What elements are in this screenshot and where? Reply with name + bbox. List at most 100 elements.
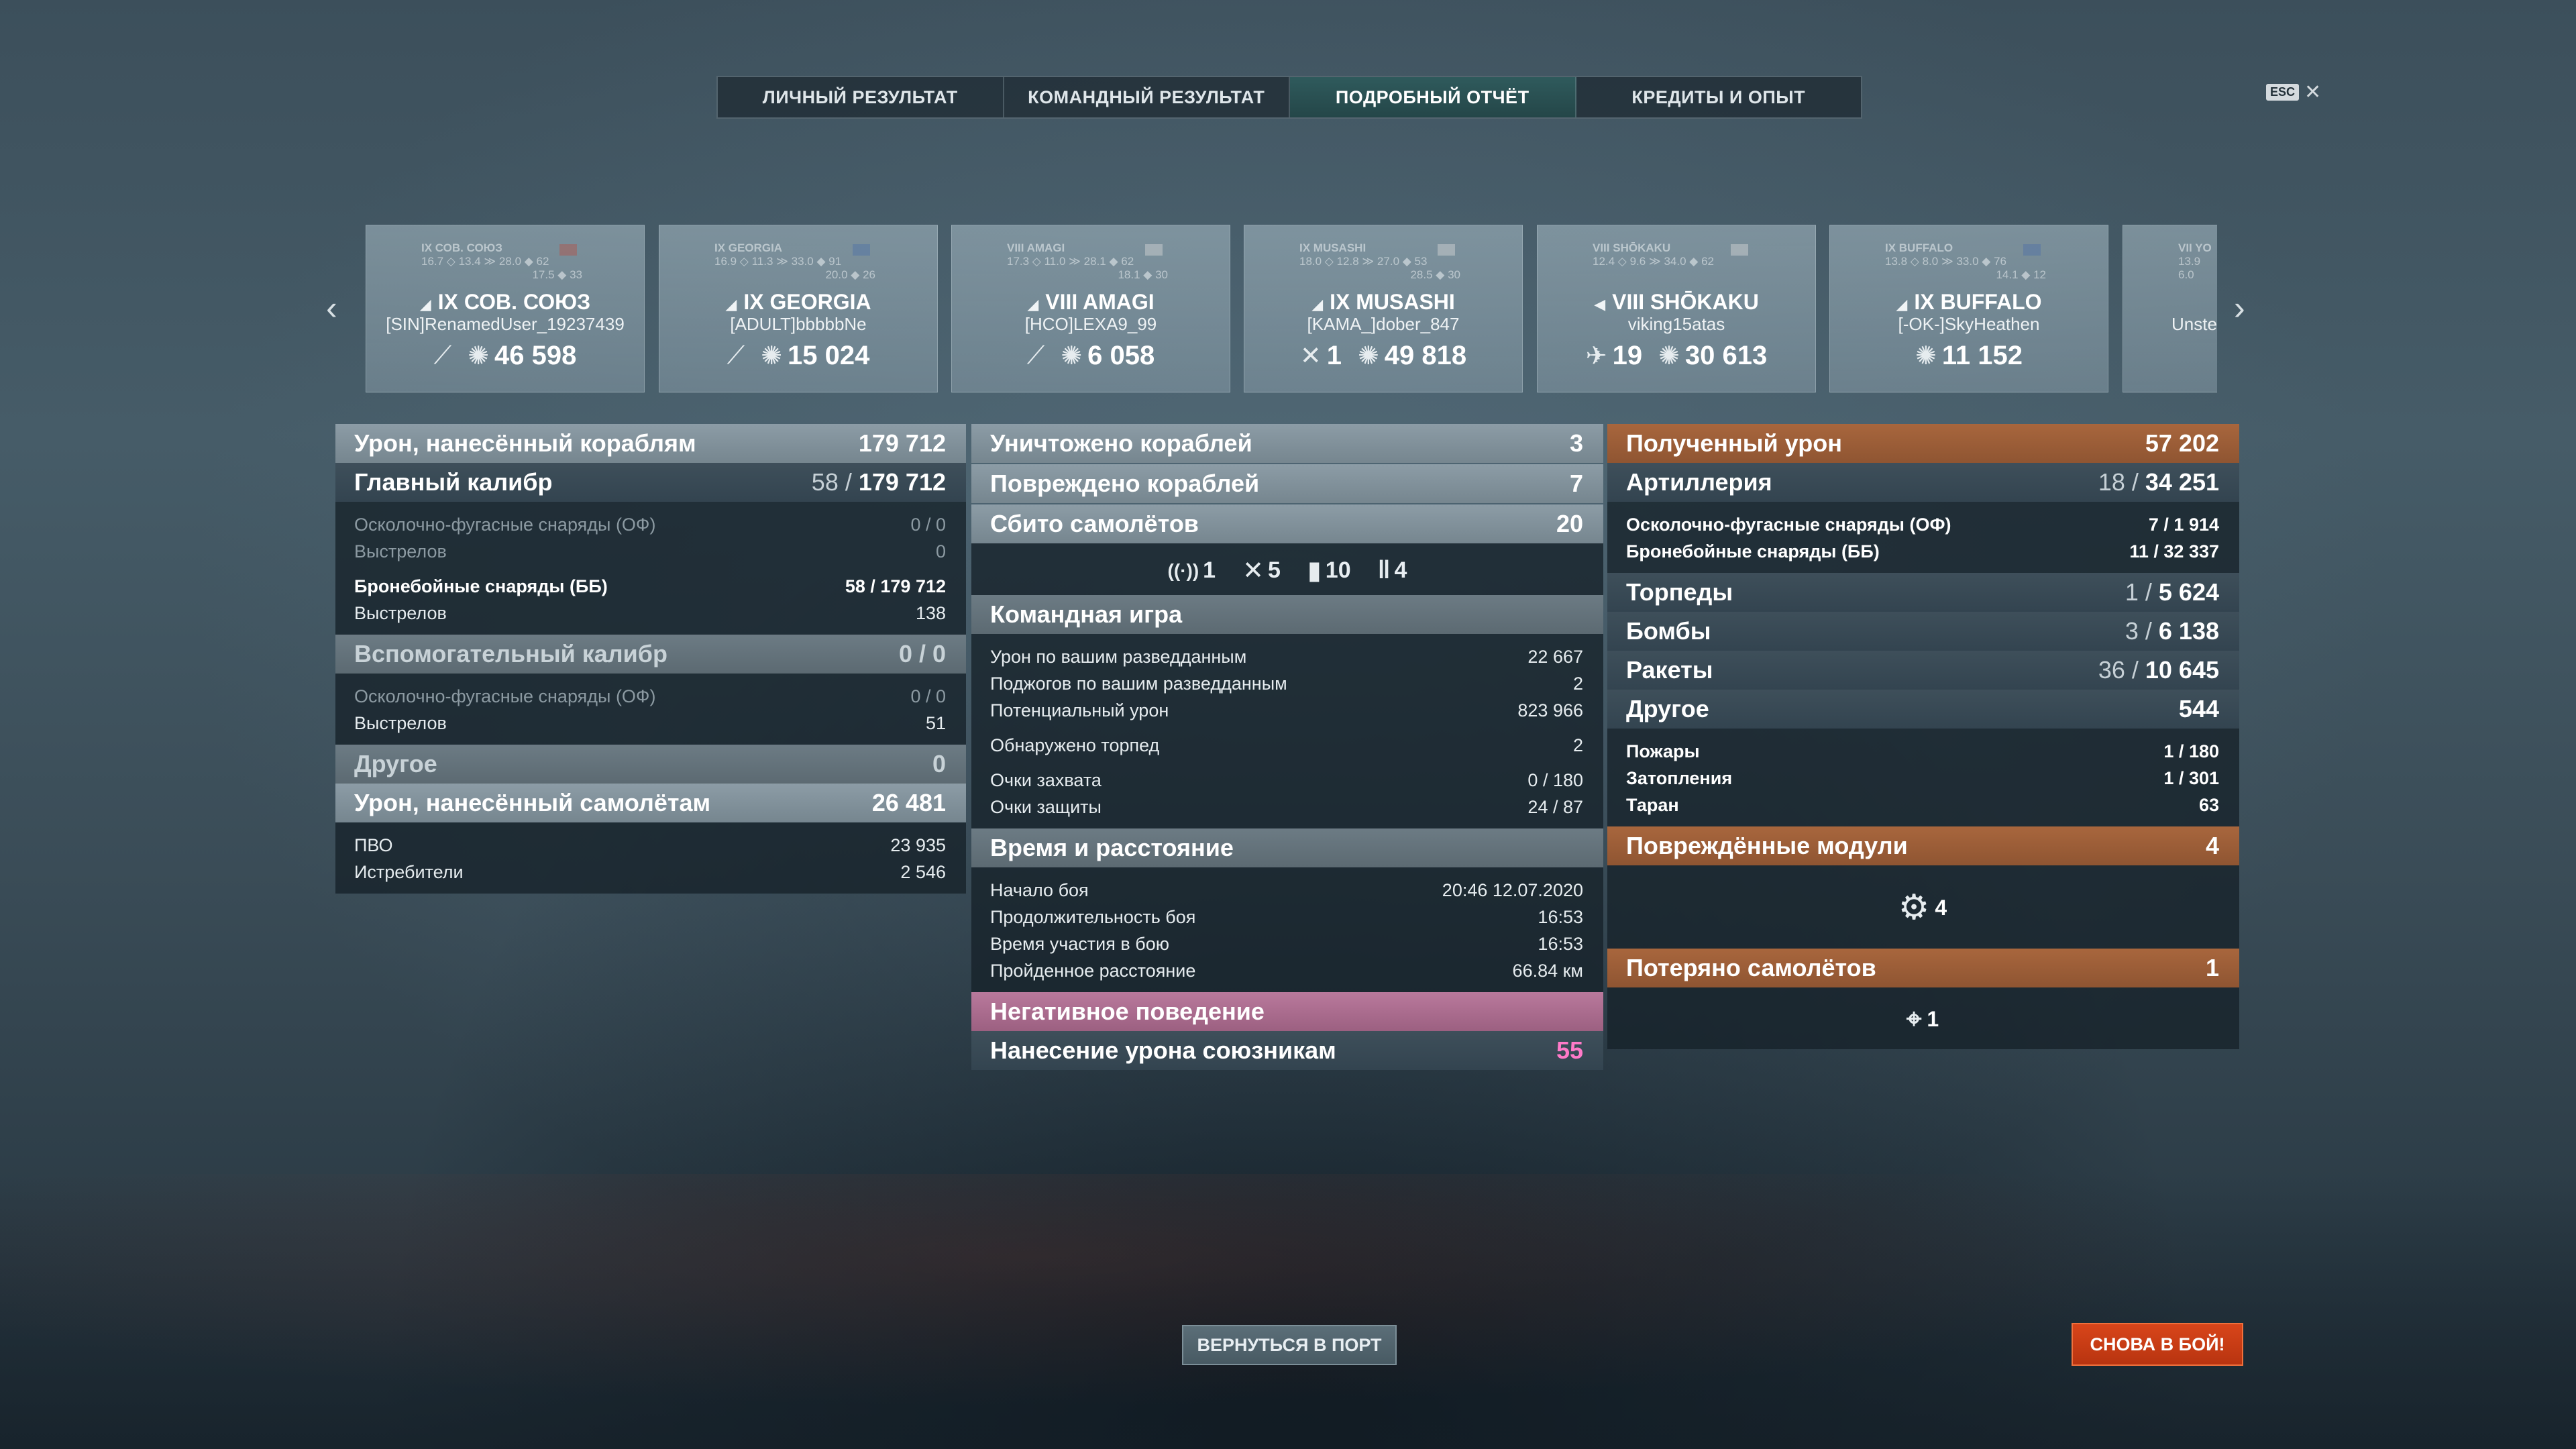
tab-bar: ЛИЧНЫЙ РЕЗУЛЬТАТ КОМАНДНЫЙ РЕЗУЛЬТАТ ПОД… <box>716 76 1862 119</box>
esc-key-label: ESC <box>2266 84 2300 101</box>
stat-row: Продолжительность боя 16:53 <box>990 906 1583 927</box>
ship-name: ◢ IX GEORGIA <box>725 290 871 314</box>
tab-team-result[interactable]: КОМАНДНЫЙ РЕЗУЛЬТАТ <box>1004 77 1290 117</box>
ship-card[interactable]: IX СОВ. СОЮЗ 16.7 ◇ 13.4 ≫ 28.0 ◆ 62 17.… <box>366 225 645 392</box>
tab-credits-xp[interactable]: КРЕДИТЫ И ОПЫТ <box>1576 77 1862 117</box>
ship-name: ◢ IX MUSASHI <box>1311 290 1455 314</box>
stat-row: Выстрелов 51 <box>354 712 946 733</box>
ship-mini-preview: VIII AMAGI 17.3 ◇ 11.0 ≫ 28.1 ◆ 62 18.1 … <box>1007 241 1168 281</box>
ships-destroyed-header: Уничтожено кораблей 3 <box>971 424 1603 463</box>
nation-flag-icon <box>1438 244 1455 256</box>
stat-row: Время участия в бою 16:53 <box>990 933 1583 954</box>
artillery-details: Осколочно-фугасные снаряды (ОФ) 7 / 1 914… <box>1607 502 2239 573</box>
tab-personal-result[interactable]: ЛИЧНЫЙ РЕЗУЛЬТАТ <box>718 77 1004 117</box>
ship-name: ◀ VIII SHŌKAKU <box>1594 290 1759 314</box>
shell-icon: ⟋ <box>727 341 745 370</box>
stat-row: Поджогов по вашим разведданным 2 <box>990 673 1583 694</box>
stat-row: Очки захвата 0 / 180 <box>990 769 1583 790</box>
stat-row: Пройденное расстояние 66.84 км <box>990 960 1583 981</box>
rocket-icon: ǁ <box>1377 556 1391 584</box>
player-name: viking15atas <box>1627 314 1725 334</box>
ship-card[interactable]: IX BUFFALO 13.8 ◇ 8.0 ≫ 33.0 ◆ 76 14.1 ◆… <box>1829 225 2108 392</box>
ship-stats: ✕ 1 ✺ 49 818 <box>1299 341 1467 370</box>
rockets-header: Ракеты 36 / 10 645 <box>1607 651 2239 690</box>
carousel-prev-arrow[interactable]: ‹ <box>326 288 337 327</box>
ship-card[interactable]: VIII SHŌKAKU 12.4 ◇ 9.6 ≫ 34.0 ◆ 62 ◀ VII… <box>1537 225 1816 392</box>
damage-dealt-panel: Урон, нанесённый кораблям 179 712 Главный… <box>335 424 966 894</box>
plane-kill-icon: ✈ <box>1585 342 1607 370</box>
player-name: [HCO]LEXA9_99 <box>1024 314 1157 334</box>
ships-damaged-header: Повреждено кораблей 7 <box>971 464 1603 503</box>
damage-icon: ✺ <box>1061 342 1083 370</box>
stat-row: Бронебойные снаряды (ББ) 11 / 32 337 <box>1626 541 2219 561</box>
stat-row: Начало боя 20:46 12.07.2020 <box>990 879 1583 900</box>
close-button[interactable]: ESC ✕ <box>2266 80 2321 104</box>
stat-row: Осколочно-фугасные снаряды (ОФ) 7 / 1 914 <box>1626 514 2219 535</box>
ship-stats: ✈ 19 ✺ 30 613 <box>1585 341 1768 370</box>
return-to-port-button[interactable]: ВЕРНУТЬСЯ В ПОРТ <box>1182 1325 1397 1365</box>
secondary-caliber-header: Вспомогательный калибр 0 / 0 <box>335 635 966 674</box>
stat-row: Таран 63 <box>1626 794 2219 815</box>
stat-row: Бронебойные снаряды (ББ) 58 / 179 712 <box>354 576 946 596</box>
radar-icon: ((·)) <box>1167 559 1199 581</box>
team-play-details: Урон по вашим разведданным 22 667 Поджого… <box>971 634 1603 828</box>
damage-icon: ✺ <box>761 342 783 370</box>
other-received-details: Пожары 1 / 180 Затопления 1 / 301 Таран 63 <box>1607 729 2239 826</box>
ship-name: ◢ VIII AMAGI <box>1027 290 1155 314</box>
team-damage-row: Нанесение урона союзникам 55 <box>971 1031 1603 1070</box>
ship-card[interactable]: VIII AMAGI 17.3 ◇ 11.0 ≫ 28.1 ◆ 62 18.1 … <box>951 225 1230 392</box>
damaged-modules-header: Повреждённые модули 4 <box>1607 826 2239 865</box>
ship-card[interactable]: IX MUSASHI 18.0 ◇ 12.8 ≫ 27.0 ◆ 53 28.5 … <box>1244 225 1523 392</box>
damage-received-panel: Полученный урон 57 202 Артиллерия 18 / 34… <box>1607 424 2239 1049</box>
shell-icon: ⟋ <box>433 341 452 370</box>
kill-icon: ✕ <box>1299 342 1322 370</box>
main-caliber-header: Главный калибр 58 / 179 712 <box>335 463 966 502</box>
battle-again-button[interactable]: СНОВА В БОЙ! <box>2072 1323 2243 1366</box>
tab-detailed-report[interactable]: ПОДРОБНЫЙ ОТЧЁТ <box>1290 77 1576 117</box>
team-play-header: Командная игра <box>971 595 1603 634</box>
stat-row: Обнаружено торпед 2 <box>990 735 1583 755</box>
ship-carousel: IX СОВ. СОЮЗ 16.7 ◇ 13.4 ≫ 28.0 ◆ 62 17.… <box>366 225 2217 392</box>
planes-breakdown: ((·)) 1 ✕ 5 ▮ 10 ǁ4 <box>971 543 1603 595</box>
stat-row: Выстрелов 0 <box>354 541 946 561</box>
combat-panel: Уничтожено кораблей 3 Повреждено кораблей… <box>971 424 1603 1070</box>
planes-shot-down-header: Сбито самолётов 20 <box>971 504 1603 543</box>
damage-ships-header: Урон, нанесённый кораблям 179 712 <box>335 424 966 463</box>
ship-name: ◢ IX СОВ. СОЮЗ <box>419 290 591 314</box>
stat-row: Выстрелов 138 <box>354 602 946 623</box>
shell-icon: ⟋ <box>1026 341 1045 370</box>
background-sea <box>0 1174 2576 1449</box>
nation-flag-icon <box>2023 244 2041 256</box>
battleship-class-icon: ◢ <box>725 296 737 313</box>
player-name: [KAMA_]dober_847 <box>1307 314 1460 334</box>
planes-lost-icons: ⌖ 1 <box>1607 987 2239 1049</box>
ship-card[interactable]: VII YO 13.9 6.0 Unste <box>2123 225 2217 392</box>
damage-icon: ✺ <box>1915 342 1937 370</box>
cruiser-class-icon: ◢ <box>1896 296 1908 313</box>
carousel-next-arrow[interactable]: › <box>2234 288 2245 327</box>
stat-row: Затопления 1 / 301 <box>1626 767 2219 788</box>
damage-planes-header: Урон, нанесённый самолётам 26 481 <box>335 784 966 822</box>
nation-flag-icon <box>559 244 577 256</box>
planes-lost-header: Потеряно самолётов 1 <box>1607 949 2239 987</box>
close-icon: ✕ <box>2304 81 2322 103</box>
main-caliber-details: Осколочно-фугасные снаряды (ОФ) 0 / 0 Выс… <box>335 502 966 635</box>
other-received-header: Другое 544 <box>1607 690 2239 729</box>
ship-stats: ⟋ ✺ 46 598 <box>433 341 577 370</box>
damage-icon: ✺ <box>1357 342 1379 370</box>
plane-damage-details: ПВО 23 935 Истребители 2 546 <box>335 822 966 894</box>
carrier-class-icon: ◀ <box>1594 296 1606 313</box>
stat-row: Потенциальный урон 823 966 <box>990 700 1583 720</box>
ship-mini-preview: IX GEORGIA 16.9 ◇ 11.3 ≫ 33.0 ◆ 91 20.0 … <box>714 241 875 281</box>
time-distance-details: Начало боя 20:46 12.07.2020 Продолжительн… <box>971 867 1603 992</box>
ship-stats: ⟋ ✺ 6 058 <box>1026 341 1155 370</box>
stat-row: Осколочно-фугасные снаряды (ОФ) 0 / 0 <box>354 514 946 535</box>
battleship-class-icon: ◢ <box>1027 296 1039 313</box>
ship-name: ◢ IX BUFFALO <box>1896 290 2042 314</box>
nation-flag-icon <box>1145 244 1163 256</box>
player-name: [ADULT]bbbbbNe <box>730 314 867 334</box>
artillery-header: Артиллерия 18 / 34 251 <box>1607 463 2239 502</box>
stat-row: Очки защиты 24 / 87 <box>990 796 1583 817</box>
ship-card[interactable]: IX GEORGIA 16.9 ◇ 11.3 ≫ 33.0 ◆ 91 20.0 … <box>659 225 938 392</box>
ship-stats: ⟋ ✺ 15 024 <box>727 341 870 370</box>
